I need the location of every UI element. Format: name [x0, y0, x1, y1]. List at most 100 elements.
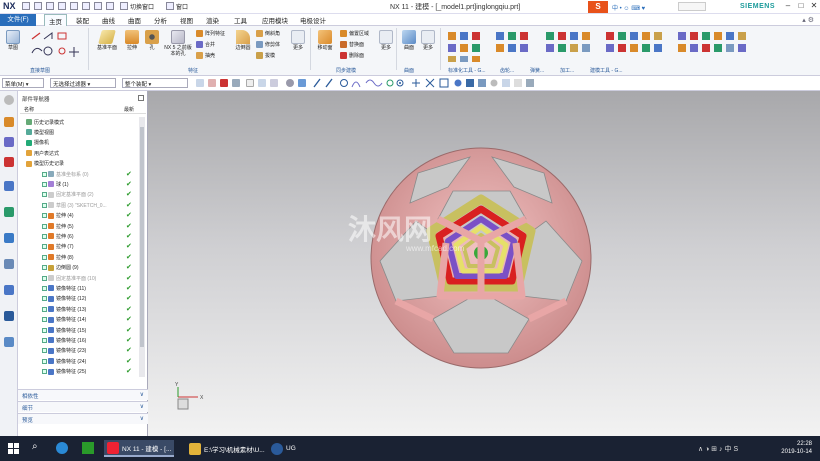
main-menu-button[interactable]: 菜单(M) ▾	[2, 78, 44, 88]
pattern-feature-button[interactable]: 阵列特征	[196, 30, 225, 37]
shell-button[interactable]: 抽壳	[196, 52, 215, 59]
tree-row[interactable]: 基准坐标系 (0) ✔	[20, 169, 140, 179]
tab-home[interactable]: 主页	[44, 14, 67, 26]
graphics-viewport[interactable]: 沐风网 www.mfcad.com X Y	[148, 91, 820, 436]
navigator-maximize-icon[interactable]	[138, 95, 144, 101]
touch-mode-icon[interactable]	[106, 2, 114, 10]
tree-row[interactable]: 固定基准平面 (10) ✔	[20, 273, 140, 283]
visibility-checkbox[interactable]	[42, 254, 47, 260]
tree-row[interactable]: 拉伸 (7) ✔	[20, 242, 140, 252]
tree-row[interactable]: 边倒圆 (9) ✔	[20, 263, 140, 273]
app-icon-2[interactable]	[82, 442, 94, 454]
tree-row[interactable]: 球 (1) ✔	[20, 179, 140, 189]
tab-view[interactable]: 视图	[180, 15, 193, 25]
tree-row[interactable]: 拉伸 (6) ✔	[20, 231, 140, 241]
tree-scrollbar[interactable]	[139, 117, 145, 377]
tab-curve[interactable]: 曲线	[102, 15, 115, 25]
filter-dropdown[interactable]: 无选择过滤器 ▾	[50, 78, 116, 88]
tree-row[interactable]: 历史记录模式	[20, 117, 140, 127]
web-browser-icon[interactable]	[4, 233, 14, 243]
visibility-checkbox[interactable]	[42, 265, 47, 271]
maximize-icon[interactable]: □	[796, 1, 806, 11]
view-tools-icons[interactable]	[408, 77, 558, 89]
taskbar-explorer-window[interactable]: E:\学习\机械素材\U...	[186, 440, 268, 457]
tab-tools[interactable]: 工具	[234, 15, 247, 25]
tree-row[interactable]: 镜像特征 (13) ✔	[20, 304, 140, 314]
unite-button[interactable]: 合并	[196, 41, 215, 48]
system-materials-icon[interactable]	[4, 285, 14, 295]
settings-icon[interactable]	[4, 95, 14, 105]
visibility-checkbox[interactable]	[42, 306, 47, 312]
sketch-tools-icons[interactable]	[30, 31, 84, 63]
reuse-library-icon[interactable]	[4, 181, 14, 191]
dependencies-panel[interactable]: 相依性 ∨	[18, 389, 148, 400]
move-face-button[interactable]: 移动面	[314, 30, 336, 51]
clock[interactable]: 22:28 2019-10-14	[781, 440, 812, 456]
visibility-checkbox[interactable]	[42, 202, 47, 208]
visibility-checkbox[interactable]	[42, 348, 47, 354]
visibility-checkbox[interactable]	[42, 369, 47, 375]
tree-row[interactable]: 拉伸 (4) ✔	[20, 211, 140, 221]
hollow-sphere-model[interactable]	[370, 147, 592, 369]
undo-icon[interactable]	[34, 2, 42, 10]
switch-window-button[interactable]: 切换窗口	[130, 2, 154, 11]
snap-point-icons[interactable]	[310, 77, 406, 89]
tab-render[interactable]: 渲染	[206, 15, 219, 25]
tree-row[interactable]: 拉伸 (5) ✔	[20, 221, 140, 231]
tree-row[interactable]: 拉伸 (8) ✔	[20, 252, 140, 262]
close-icon[interactable]: ✕	[809, 1, 819, 11]
extrude-button[interactable]: 拉伸	[122, 30, 142, 51]
tree-row[interactable]: 用户表达式	[20, 148, 140, 158]
taskbar-ug-window[interactable]: UG	[268, 440, 299, 457]
snap-icon[interactable]	[196, 79, 204, 87]
tab-analysis[interactable]: 分析	[154, 15, 167, 25]
tree-row[interactable]: 镜像特征 (23) ✔	[20, 346, 140, 356]
column-name[interactable]: 名称	[24, 106, 34, 113]
tree-row[interactable]: 镜像特征 (16) ✔	[20, 335, 140, 345]
start-button[interactable]	[8, 443, 19, 454]
model-canvas[interactable]: 沐风网 www.mfcad.com X Y	[148, 91, 820, 436]
tree-row[interactable]: 镜像特征 (24) ✔	[20, 356, 140, 366]
more-sync-button[interactable]: 更多	[378, 30, 394, 51]
visibility-checkbox[interactable]	[42, 296, 47, 302]
hole-button[interactable]: 孔	[144, 30, 160, 51]
details-panel[interactable]: 细节 ∨	[18, 401, 148, 412]
visibility-checkbox[interactable]	[42, 285, 47, 291]
visibility-checkbox[interactable]	[42, 327, 47, 333]
preview-panel[interactable]: 预览 ∨	[18, 413, 148, 424]
visibility-checkbox[interactable]	[42, 275, 47, 281]
minimize-icon[interactable]: –	[783, 1, 793, 11]
scroll-thumb[interactable]	[140, 127, 144, 347]
more-surface-button[interactable]: 更多	[420, 30, 436, 51]
file-menu[interactable]: 文件(F)	[0, 14, 36, 26]
orient-icon[interactable]	[286, 79, 294, 87]
tree-row[interactable]: 镜像特征 (15) ✔	[20, 325, 140, 335]
tree-row[interactable]: 镜像特征 (11) ✔	[20, 283, 140, 293]
visibility-checkbox[interactable]	[42, 337, 47, 343]
shading-icon[interactable]	[298, 79, 306, 87]
roles-icon[interactable]	[4, 337, 14, 347]
visibility-checkbox[interactable]	[42, 181, 47, 187]
save-icon[interactable]	[22, 2, 30, 10]
tree-row[interactable]: 模型视图	[20, 127, 140, 137]
edge-blend-button[interactable]: 边倒圆	[232, 30, 254, 51]
offset-region-button[interactable]: 偏置区域	[340, 30, 369, 37]
tree-row[interactable]: 草图 (3) "SKETCH_0... ✔	[20, 200, 140, 210]
taskbar-nx-window[interactable]: NX 11 - 建模 - [...	[104, 440, 175, 457]
visibility-checkbox[interactable]	[42, 358, 47, 364]
select-icon[interactable]	[208, 79, 216, 87]
visibility-checkbox[interactable]	[42, 171, 47, 177]
visibility-checkbox[interactable]	[42, 244, 47, 250]
history-icon[interactable]	[4, 259, 14, 269]
tree-row[interactable]: 模型历史记录	[20, 159, 140, 169]
constraint-navigator-icon[interactable]	[4, 157, 14, 167]
chamfer-button[interactable]: 倒斜角	[256, 30, 280, 37]
assembly-navigator-icon[interactable]	[4, 137, 14, 147]
lasso-icon[interactable]	[258, 79, 266, 87]
paste-icon[interactable]	[82, 2, 90, 10]
visibility-checkbox[interactable]	[42, 213, 47, 219]
red-snap-icon[interactable]	[220, 79, 228, 87]
nx5-hole-button[interactable]: NX 5 之前版本的孔	[164, 30, 192, 57]
replace-face-button[interactable]: 替换面	[340, 41, 364, 48]
tree-row[interactable]: 固定基准平面 (2) ✔	[20, 190, 140, 200]
